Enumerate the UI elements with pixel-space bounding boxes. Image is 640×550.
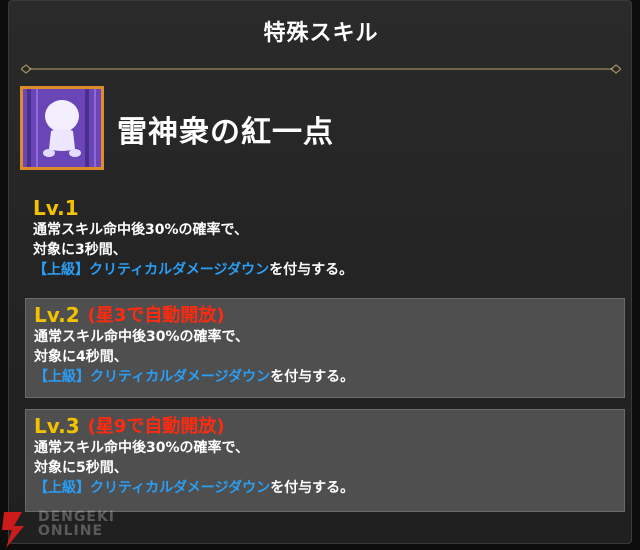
level-label: Lv.2 xyxy=(34,303,80,327)
effect-suffix: を付与する。 xyxy=(269,262,354,278)
effect-name: 【上級】クリティカルダメージダウン xyxy=(34,369,271,385)
character-portrait-icon xyxy=(20,86,104,170)
description-line: 対象に5秒間、 xyxy=(34,460,128,476)
effect-suffix: を付与する。 xyxy=(270,480,355,496)
watermark-text: DENGEKI ONLINE xyxy=(38,510,115,538)
skill-panel: 特殊スキル 雷神衆の紅一点 Lv.1 通常スキル命中後30%の確率で、 対象に3… xyxy=(8,0,632,544)
description-line: 通常スキル命中後30%の確率で、 xyxy=(33,222,248,238)
title-divider xyxy=(21,64,621,74)
level-description: 通常スキル命中後30%の確率で、 対象に4秒間、 【上級】クリティカルダメージダ… xyxy=(34,327,624,387)
level-description: 通常スキル命中後30%の確率で、 対象に3秒間、 【上級】クリティカルダメージダ… xyxy=(33,220,623,280)
skill-level-3: Lv.3 (星9で自動開放) 通常スキル命中後30%の確率で、 対象に5秒間、 … xyxy=(25,409,625,512)
unlock-condition: (星9で自動開放) xyxy=(87,416,225,437)
level-label: Lv.3 xyxy=(34,414,80,438)
description-line: 【上級】クリティカルダメージダウンを付与する。 xyxy=(33,260,623,280)
effect-name: 【上級】クリティカルダメージダウン xyxy=(34,480,271,496)
watermark-line: ONLINE xyxy=(38,523,104,539)
unlock-condition: (星3で自動開放) xyxy=(87,305,225,326)
description-line: 【上級】クリティカルダメージダウンを付与する。 xyxy=(34,367,624,387)
level-description: 通常スキル命中後30%の確率で、 対象に5秒間、 【上級】クリティカルダメージダ… xyxy=(34,438,624,498)
description-line: 【上級】クリティカルダメージダウンを付与する。 xyxy=(34,478,624,498)
effect-name: 【上級】クリティカルダメージダウン xyxy=(33,262,270,278)
effect-suffix: を付与する。 xyxy=(270,369,355,385)
description-line: 対象に4秒間、 xyxy=(34,349,128,365)
description-line: 通常スキル命中後30%の確率で、 xyxy=(34,440,249,456)
skill-level-1: Lv.1 通常スキル命中後30%の確率で、 対象に3秒間、 【上級】クリティカル… xyxy=(33,192,623,280)
panel-title: 特殊スキル xyxy=(263,21,379,46)
description-line: 対象に3秒間、 xyxy=(33,242,127,258)
watermark-line: DENGEKI xyxy=(38,509,116,525)
skill-name: 雷神衆の紅一点 xyxy=(117,115,334,150)
skill-level-2: Lv.2 (星3で自動開放) 通常スキル命中後30%の確率で、 対象に4秒間、 … xyxy=(25,298,625,398)
description-line: 通常スキル命中後30%の確率で、 xyxy=(34,329,249,345)
level-label: Lv.1 xyxy=(33,196,79,220)
